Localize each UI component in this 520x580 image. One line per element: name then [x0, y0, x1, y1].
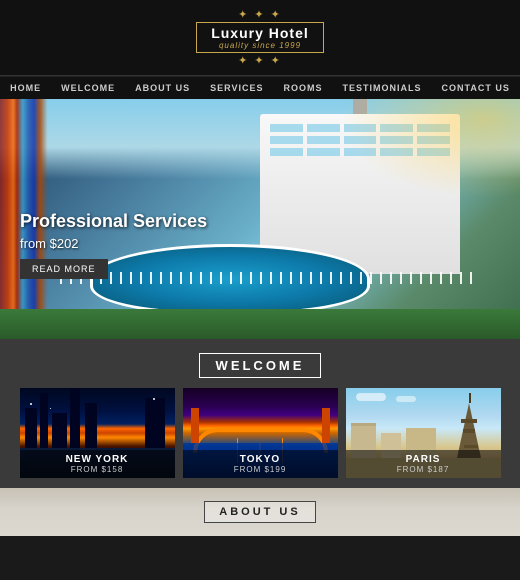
nav-welcome[interactable]: WELCOME	[51, 83, 125, 93]
hero-ground	[0, 309, 520, 339]
card-paris-overlay: PARIS FROM $187	[346, 450, 501, 478]
logo-title: Luxury Hotel	[211, 25, 309, 41]
card-tokyo-overlay: TOKYO FROM $199	[183, 450, 338, 478]
main-nav: HOME WELCOME ABOUT US SERVICES ROOMS TES…	[0, 76, 520, 99]
hero-sun-glow	[340, 99, 520, 199]
card-ny-overlay: NEW YORK FROM $158	[20, 450, 175, 478]
nav-about-us[interactable]: ABOUT US	[125, 83, 200, 93]
card-tokyo[interactable]: TOKYO FROM $199	[183, 388, 338, 478]
logo-subtitle: quality since 1999	[211, 41, 309, 50]
card-paris-price: FROM $187	[352, 465, 495, 474]
card-paris-city: PARIS	[352, 454, 495, 465]
hero-headline: Professional Services	[20, 211, 207, 233]
card-ny-price: FROM $158	[26, 465, 169, 474]
welcome-title: WELCOME	[199, 353, 322, 378]
hero-read-more-button[interactable]: READ MORE	[20, 259, 108, 279]
city-cards-row: NEW YORK FROM $158 TOKYO	[10, 388, 510, 478]
nav-contact[interactable]: CONTACT US	[432, 83, 520, 93]
logo-ornament-bottom: ✦ ✦ ✦	[196, 54, 324, 67]
nav-testimonials[interactable]: TESTIMONIALS	[333, 83, 432, 93]
nav-services[interactable]: SERVICES	[200, 83, 273, 93]
card-tokyo-city: TOKYO	[189, 454, 332, 465]
card-new-york[interactable]: NEW YORK FROM $158	[20, 388, 175, 478]
card-ny-city: NEW YORK	[26, 454, 169, 465]
card-paris[interactable]: PARIS FROM $187	[346, 388, 501, 478]
logo-ornament-top: ✦ ✦ ✦	[196, 8, 324, 21]
hero-section: Professional Services from $202 READ MOR…	[0, 99, 520, 339]
about-section: ABOUT US	[0, 488, 520, 536]
hero-text-block: Professional Services from $202 READ MOR…	[20, 211, 207, 279]
logo: ✦ ✦ ✦ Luxury Hotel quality since 1999 ✦ …	[196, 8, 324, 67]
nav-home[interactable]: HOME	[0, 83, 51, 93]
about-us-title: ABOUT US	[204, 501, 315, 523]
logo-box: Luxury Hotel quality since 1999	[196, 22, 324, 53]
welcome-section: WELCOME NEW YORK	[0, 339, 520, 488]
hero-price: from $202	[20, 236, 207, 251]
site-header: ✦ ✦ ✦ Luxury Hotel quality since 1999 ✦ …	[0, 0, 520, 76]
nav-rooms[interactable]: ROOMS	[274, 83, 333, 93]
card-tokyo-price: FROM $199	[189, 465, 332, 474]
